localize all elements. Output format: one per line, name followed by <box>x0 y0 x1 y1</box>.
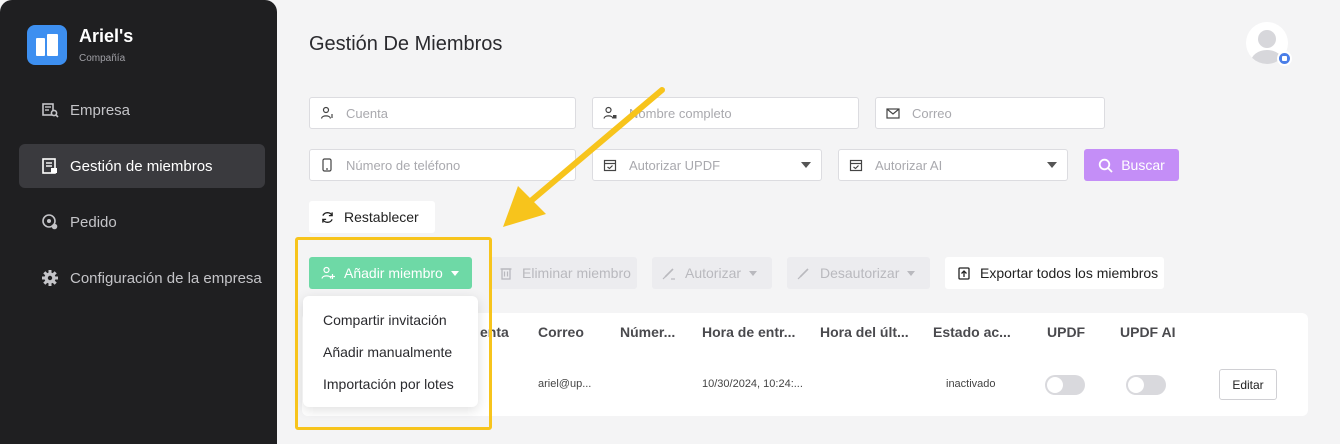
calendar-check-icon <box>849 159 863 172</box>
nombre-field[interactable] <box>592 97 859 129</box>
authorize-label: Autorizar <box>685 265 742 281</box>
company-badge-icon <box>1277 51 1292 66</box>
sidebar-item-empresa[interactable]: Empresa <box>19 88 265 132</box>
company-subtitle: Compañía <box>79 53 126 64</box>
edit-button[interactable]: Editar <box>1219 369 1277 400</box>
trash-icon <box>500 268 512 280</box>
members-icon <box>42 158 57 174</box>
pen-icon <box>797 268 809 280</box>
brand: Ariel's Compañía <box>27 25 133 65</box>
correo-input[interactable] <box>912 105 1104 121</box>
highlight-box <box>295 237 492 430</box>
chevron-down-icon <box>907 270 916 276</box>
column-header-numero: Númer... <box>620 324 676 340</box>
reset-button[interactable]: Restablecer <box>309 201 435 233</box>
gear-icon <box>42 270 58 286</box>
cell-estado: inactivado <box>946 378 996 390</box>
deauthorize-label: Desautorizar <box>820 265 900 281</box>
export-icon <box>958 267 970 280</box>
calendar-check-icon <box>603 159 617 172</box>
delete-member-label: Eliminar miembro <box>522 265 631 281</box>
sidebar-item-pedido[interactable]: Pedido <box>19 200 265 244</box>
authorize-button[interactable]: Autorizar <box>652 257 772 289</box>
updf-ai-toggle[interactable] <box>1126 375 1166 395</box>
user-icon <box>320 106 333 119</box>
search-button-label: Buscar <box>1121 157 1165 173</box>
company-name: Ariel's <box>79 26 134 46</box>
pen-icon <box>662 268 675 280</box>
autorizar-updf-select[interactable]: Autorizar UPDF <box>592 149 822 181</box>
search-icon <box>1099 158 1113 173</box>
mail-icon <box>886 108 900 119</box>
column-header-correo: Correo <box>538 324 584 340</box>
chevron-down-icon <box>801 162 811 168</box>
phone-icon <box>322 158 332 172</box>
telefono-input[interactable] <box>346 157 575 173</box>
export-members-label: Exportar todos los miembros <box>980 265 1159 281</box>
correo-field[interactable] <box>875 97 1105 129</box>
sidebar-item-label: Gestión de miembros <box>70 157 213 175</box>
cuenta-field[interactable] <box>309 97 576 129</box>
sidebar-item-label: Empresa <box>70 101 131 119</box>
cuenta-input[interactable] <box>346 105 575 121</box>
telefono-field[interactable] <box>309 149 576 181</box>
cell-correo: ariel@up... <box>538 378 592 390</box>
sidebar-item-members[interactable]: Gestión de miembros <box>19 144 265 188</box>
updf-toggle[interactable] <box>1045 375 1085 395</box>
column-header-updf-ai: UPDF AI <box>1120 324 1176 340</box>
autorizar-updf-placeholder: Autorizar UPDF <box>629 157 721 173</box>
page-title: Gestión De Miembros <box>309 33 503 55</box>
delete-member-button[interactable]: Eliminar miembro <box>489 257 637 289</box>
cell-hora-entrada: 10/30/2024, 10:24:... <box>702 378 803 390</box>
deauthorize-button[interactable]: Desautorizar <box>787 257 930 289</box>
sidebar-nav: Empresa Gestión de miembros Pedido Confi… <box>19 88 265 312</box>
reset-button-label: Restablecer <box>344 209 419 225</box>
user-card-icon <box>603 106 617 119</box>
sidebar-item-label: Pedido <box>70 213 117 231</box>
company-logo-icon <box>27 25 67 65</box>
sidebar-item-configuracion[interactable]: Configuración de la empresa <box>19 256 265 300</box>
building-search-icon <box>42 103 59 118</box>
column-header-hora-ultimo: Hora del últ... <box>820 324 909 340</box>
chevron-down-icon <box>1047 162 1057 168</box>
column-header-estado: Estado ac... <box>933 324 1011 340</box>
sidebar-item-label: Configuración de la empresa <box>70 269 262 287</box>
refresh-icon <box>322 211 333 223</box>
export-members-button[interactable]: Exportar todos los miembros <box>945 257 1164 289</box>
order-icon <box>42 214 58 230</box>
sidebar: Ariel's Compañía Empresa Gestión de miem… <box>0 0 277 444</box>
autorizar-ai-select[interactable]: Autorizar AI <box>838 149 1068 181</box>
column-header-updf: UPDF <box>1047 324 1086 340</box>
search-button[interactable]: Buscar <box>1084 149 1179 181</box>
autorizar-ai-placeholder: Autorizar AI <box>875 157 943 173</box>
chevron-down-icon <box>749 270 758 276</box>
nombre-input[interactable] <box>629 105 858 121</box>
column-header-hora-entrada: Hora de entr... <box>702 324 796 340</box>
